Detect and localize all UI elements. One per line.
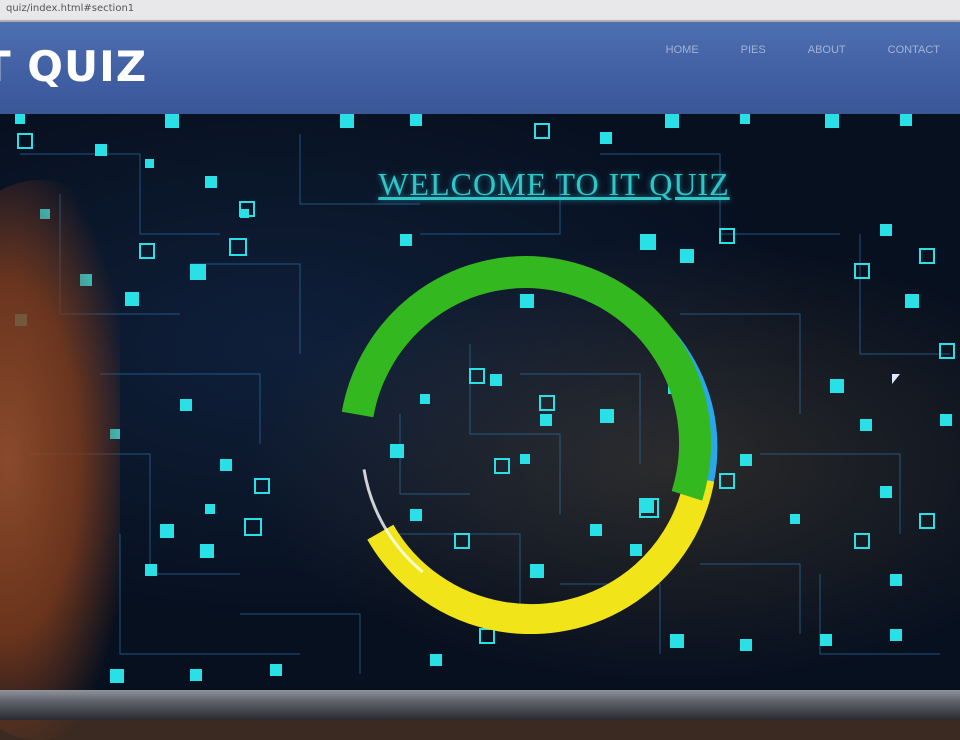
nav-link-about[interactable]: ABOUT (808, 44, 846, 56)
monitor-bezel (0, 690, 960, 720)
site-brand[interactable]: T QUIZ (0, 42, 147, 91)
nav-links: HOME PIES ABOUT CONTACT (666, 44, 940, 56)
nav-link-pies[interactable]: PIES (741, 44, 766, 56)
browser-url: quiz/index.html#section1 (6, 3, 135, 14)
finger-foreground (0, 180, 120, 740)
nav-link-home[interactable]: HOME (666, 44, 699, 56)
hero-section: WELCOME TO IT QUIZ (0, 114, 960, 694)
loading-ring-graphic (338, 256, 718, 634)
nav-link-contact[interactable]: CONTACT (888, 44, 940, 56)
welcome-heading: WELCOME TO IT QUIZ (378, 166, 730, 202)
browser-address-strip: quiz/index.html#section1 (0, 0, 960, 22)
monitor-screen: quiz/index.html#section1 T QUIZ HOME PIE… (0, 0, 960, 705)
site-navbar: T QUIZ HOME PIES ABOUT CONTACT (0, 22, 960, 114)
mouse-cursor-icon (892, 374, 900, 384)
